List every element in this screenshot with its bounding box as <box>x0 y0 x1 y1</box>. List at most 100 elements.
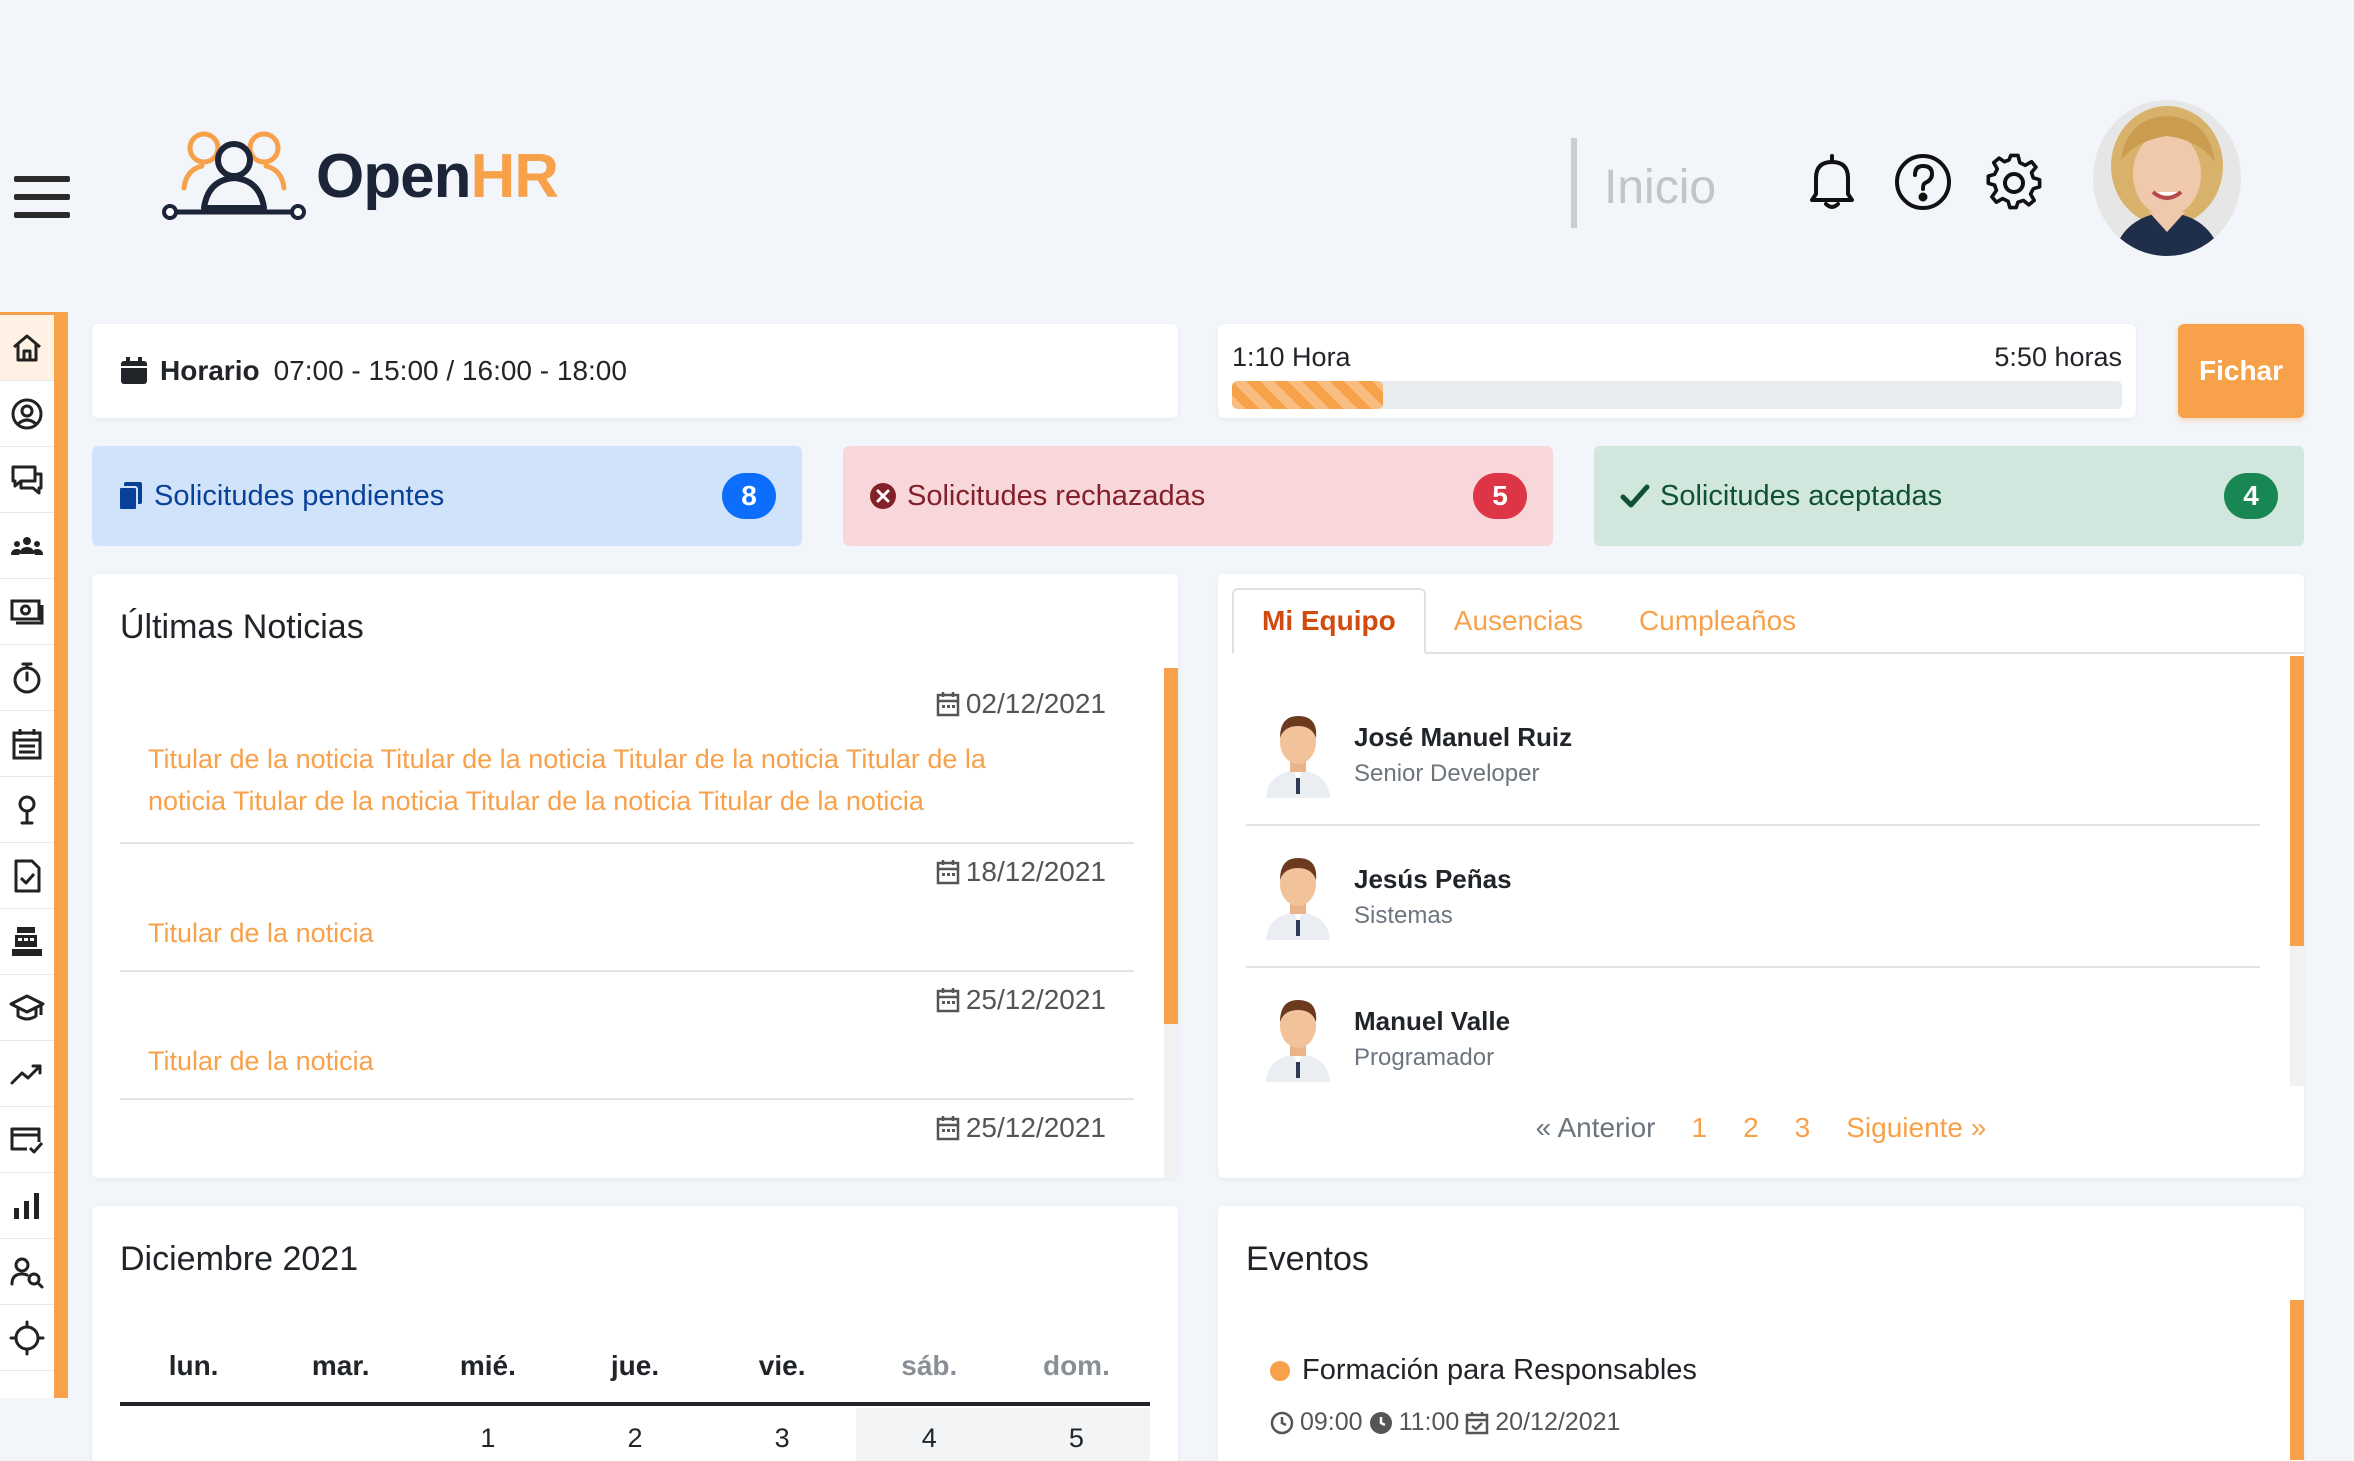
calendar-day[interactable]: 1 <box>414 1408 561 1461</box>
tab-mi-equipo[interactable]: Mi Equipo <box>1232 588 1426 654</box>
pending-requests-card[interactable]: Solicitudes pendientes 8 <box>92 446 802 546</box>
help-icon[interactable] <box>1891 150 1955 214</box>
pagination-page-3[interactable]: 3 <box>1791 1112 1815 1144</box>
calendar-day[interactable]: 2 <box>561 1408 708 1461</box>
cash-register-icon <box>12 926 42 956</box>
sidebar-item-approvals[interactable] <box>0 1107 54 1173</box>
calendar-icon <box>936 988 960 1013</box>
person-avatar-icon <box>1266 1000 1330 1082</box>
accepted-requests-card[interactable]: Solicitudes aceptadas 4 <box>1594 446 2304 546</box>
sidebar-item-performance[interactable] <box>0 1041 54 1107</box>
sidebar-item-time[interactable] <box>0 645 54 711</box>
payroll-icon <box>10 599 44 624</box>
events-title: Eventos <box>1246 1240 1369 1278</box>
rejected-requests-count: 5 <box>1473 473 1527 519</box>
pending-requests-label: Solicitudes pendientes <box>154 479 445 512</box>
sidebar-item-profile[interactable] <box>0 381 54 447</box>
events-card: Eventos Formación para Responsables 09:0… <box>1218 1206 2304 1461</box>
weekday-label: mié. <box>459 1350 516 1381</box>
sidebar-item-calendar[interactable] <box>0 711 54 777</box>
clock-outline-icon <box>1270 1411 1294 1434</box>
app-logo[interactable]: OpenHR <box>162 126 559 226</box>
news-card: Últimas Noticias 02/12/2021 Titular de l… <box>92 574 1178 1178</box>
member-role: Programador <box>1354 1044 1495 1071</box>
home-icon <box>13 334 41 361</box>
document-check-icon <box>14 859 41 892</box>
pagination-next[interactable]: Siguiente » <box>1842 1112 1990 1144</box>
sidebar-item-team[interactable] <box>0 513 54 579</box>
event-item[interactable]: Formación para Responsables <box>1270 1354 1697 1387</box>
sidebar-item-objectives[interactable] <box>0 1305 54 1371</box>
sidebar-item-documents[interactable] <box>0 843 54 909</box>
clock-filled-icon <box>1369 1411 1392 1434</box>
team-member-row[interactable]: José Manuel Ruiz Senior Developer <box>1246 684 2260 826</box>
event-name: Formación para Responsables <box>1302 1354 1697 1386</box>
event-meta: 09:00 11:00 20/12/2021 <box>1270 1408 1620 1437</box>
news-scrollbar-thumb[interactable] <box>1164 668 1178 1024</box>
tab-cumpleanos[interactable]: Cumpleaños <box>1611 588 1824 654</box>
weekday-label: lun. <box>168 1350 219 1381</box>
sidebar-item-home[interactable] <box>0 315 54 381</box>
check-icon <box>1620 484 1650 508</box>
logo-text-accent: HR <box>470 141 559 211</box>
accepted-requests-label: Solicitudes aceptadas <box>1660 479 1943 512</box>
weekday-label: mar. <box>311 1350 370 1381</box>
events-scrollbar[interactable] <box>2290 1300 2304 1460</box>
news-item: 25/12/2021 <box>120 1100 1134 1178</box>
chat-icon <box>11 465 43 494</box>
schedule-card: Horario 07:00 - 15:00 / 16:00 - 18:00 <box>92 324 1178 418</box>
sidebar-item-location[interactable] <box>0 777 54 843</box>
work-progress-fill <box>1232 381 1384 409</box>
card-check-icon <box>10 1127 44 1153</box>
worked-time: 1:10 Hora <box>1232 342 1351 372</box>
team-member-row[interactable]: Manuel Valle Programador <box>1246 968 2260 1110</box>
sidebar-item-payroll[interactable] <box>0 579 54 645</box>
member-role: Senior Developer <box>1354 760 1540 787</box>
member-name: Jesús Peñas <box>1354 864 1512 894</box>
member-name: José Manuel Ruiz <box>1354 722 1573 752</box>
team-tabs: Mi Equipo Ausencias Cumpleaños <box>1232 588 2304 654</box>
sidebar-item-recruitment[interactable] <box>0 1239 54 1305</box>
team-scrollbar-thumb[interactable] <box>2290 656 2304 946</box>
team-icon <box>11 536 43 555</box>
calendar-day[interactable]: 3 <box>709 1408 856 1461</box>
rejected-requests-card[interactable]: Solicitudes rechazadas 5 <box>843 446 1553 546</box>
calendar-title: Diciembre 2021 <box>120 1240 359 1278</box>
user-avatar[interactable] <box>2093 100 2241 256</box>
calendar-day <box>267 1408 414 1461</box>
gear-icon[interactable] <box>1982 150 2046 214</box>
calendar-day[interactable]: 4 <box>855 1408 1003 1461</box>
sidebar-item-reports[interactable] <box>0 1173 54 1239</box>
logo-wordmark: OpenHR <box>316 141 559 212</box>
news-scrollbar[interactable] <box>1164 668 1178 1178</box>
schedule-value: 07:00 - 15:00 / 16:00 - 18:00 <box>273 355 627 386</box>
accepted-requests-count: 4 <box>2224 473 2278 519</box>
bell-icon[interactable] <box>1800 150 1864 214</box>
weekday-label: vie. <box>758 1350 806 1381</box>
user-circle-icon <box>11 398 43 429</box>
sidebar-item-expenses[interactable] <box>0 909 54 975</box>
sidebar <box>0 312 68 1398</box>
news-headline[interactable]: Titular de la noticia Titular de la noti… <box>148 738 986 822</box>
news-headline-line: Titular de la noticia Titular de la noti… <box>148 744 986 774</box>
sidebar-item-training[interactable] <box>0 975 54 1041</box>
pagination-prev[interactable]: « Anterior <box>1532 1112 1660 1144</box>
calendar-day[interactable]: 5 <box>1002 1408 1150 1461</box>
news-headline[interactable]: Titular de la noticia <box>148 1040 374 1082</box>
person-avatar-icon <box>1266 716 1330 798</box>
clock-in-button[interactable]: Fichar <box>2178 324 2304 418</box>
tab-ausencias[interactable]: Ausencias <box>1426 588 1611 654</box>
news-date: 02/12/2021 <box>936 688 1106 720</box>
sidebar-item-messages[interactable] <box>0 447 54 513</box>
logo-text-main: Open <box>316 141 471 211</box>
team-member-row[interactable]: Jesús Peñas Sistemas <box>1246 826 2260 968</box>
pagination-page-2[interactable]: 2 <box>1739 1112 1763 1144</box>
news-headline[interactable]: Titular de la noticia <box>148 912 374 954</box>
work-timer: 1:10 Hora 5:50 horas <box>1218 324 2136 418</box>
pagination-page-1[interactable]: 1 <box>1688 1112 1712 1144</box>
pending-requests-count: 8 <box>722 473 776 519</box>
location-icon <box>18 795 36 824</box>
menu-toggle-button[interactable] <box>14 176 70 218</box>
team-scrollbar[interactable] <box>2290 656 2304 1086</box>
calendar-check-icon <box>1466 1411 1489 1434</box>
